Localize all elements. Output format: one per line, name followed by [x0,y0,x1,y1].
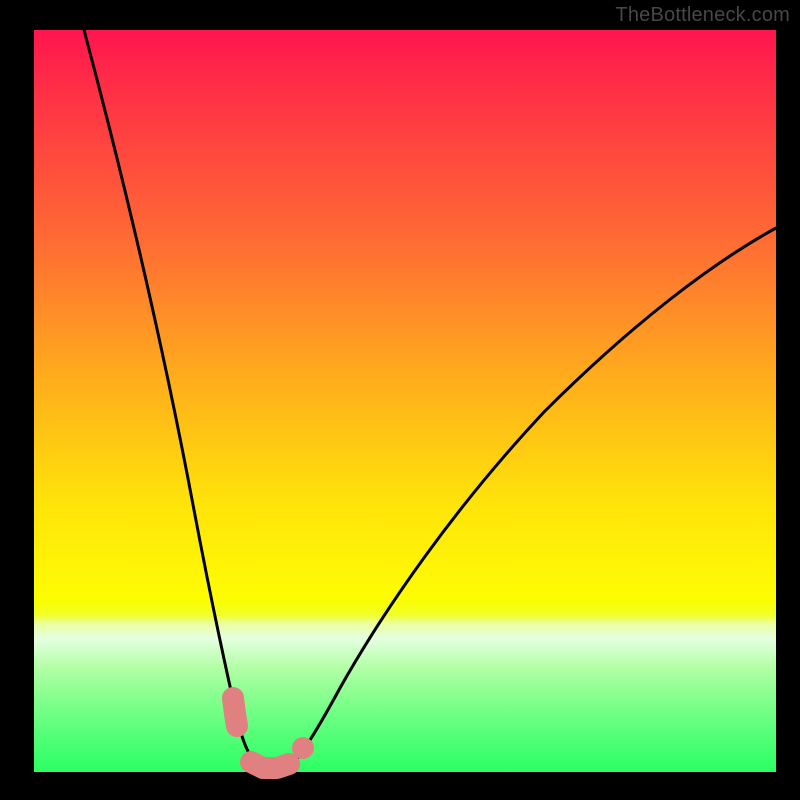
chart-frame: TheBottleneck.com [0,0,800,800]
watermark-text: TheBottleneck.com [615,4,790,27]
curve-left-branch [84,30,272,772]
plot-area [34,30,776,772]
curve-right-branch [284,228,776,772]
marker-bottom-cluster [251,762,289,768]
chart-svg [34,30,776,772]
marker-left-cluster [233,698,237,726]
marker-right-dot [292,737,314,759]
